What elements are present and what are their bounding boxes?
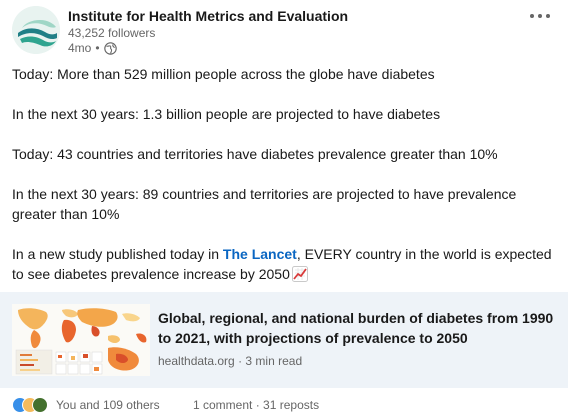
post-meta: 4mo • [68,41,117,55]
reaction-icons[interactable] [12,397,52,413]
post-paragraph-lancet: In a new study published today in The La… [12,244,556,284]
company-logo[interactable] [12,6,60,54]
support-reaction-icon [32,397,48,413]
chart-increasing-icon [291,266,308,282]
post-paragraph: Today: 43 countries and territories have… [12,146,498,162]
meta-separator: • [95,41,100,55]
comments-count[interactable]: 1 comment [193,398,252,412]
author-name[interactable]: Institute for Health Metrics and Evaluat… [68,8,348,24]
social-counts: You and 109 others 1 comment · 31 repost… [12,396,556,414]
post-time: 4mo [68,41,92,55]
counts-separator: · [255,398,260,412]
more-options-button[interactable] [526,6,554,26]
post-text: Today: More than 529 million people acro… [12,64,556,284]
article-title[interactable]: Global, regional, and national burden of… [158,308,554,348]
article-thumbnail [12,304,150,376]
follower-count: 43,252 followers [68,26,156,40]
article-read-time: 3 min read [245,354,303,368]
post-paragraph: Today: More than 529 million people acro… [12,66,435,82]
ihme-logo-icon [12,6,60,54]
reactions-count[interactable]: You and 109 others [56,398,160,412]
post-header: Institute for Health Metrics and Evaluat… [12,6,556,60]
article-domain: healthdata.org [158,354,235,368]
post-paragraph: In the next 30 years: 89 countries and t… [12,186,517,222]
reposts-count[interactable]: 31 reposts [263,398,319,412]
post-paragraph: In the next 30 years: 1.3 billion people… [12,106,441,122]
post-text-segment: In a new study published today in [12,246,223,262]
globe-icon [103,41,117,55]
the-lancet-link[interactable]: The Lancet [223,246,297,262]
engagement-counts: 1 comment · 31 reposts [193,398,319,412]
article-separator: · [238,354,243,368]
article-preview-card[interactable]: Global, regional, and national burden of… [0,292,568,388]
article-source: healthdata.org · 3 min read [158,354,302,368]
more-horizontal-icon [530,14,550,18]
